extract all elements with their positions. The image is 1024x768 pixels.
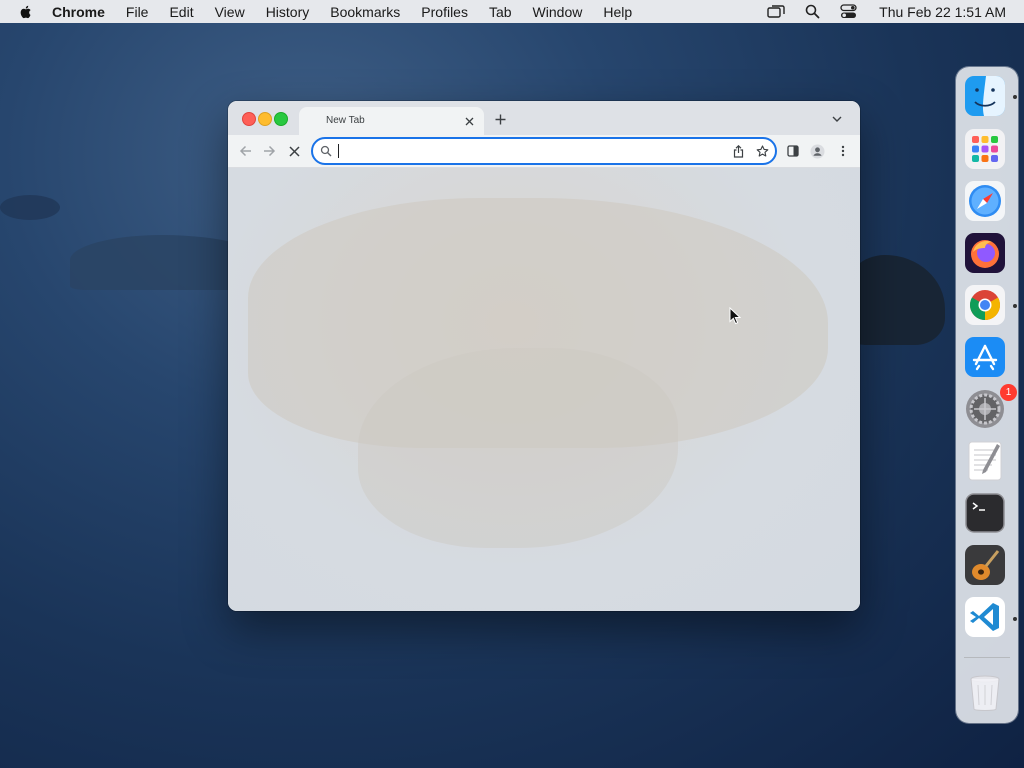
dock-running-indicator-chrome: [1013, 304, 1017, 308]
chrome-window: New Tab: [228, 101, 860, 611]
stop-loading-icon[interactable]: [286, 143, 302, 159]
menu-bar-status-area: Thu Feb 22 1:51 AM: [749, 0, 1006, 23]
dock-item-firefox[interactable]: [964, 232, 1006, 274]
dock-item-safari[interactable]: [964, 180, 1006, 222]
tab-new-tab[interactable]: New Tab: [299, 107, 484, 135]
tab-title: New Tab: [326, 115, 365, 126]
dock-item-system-preferences[interactable]: 1: [964, 384, 1017, 430]
wallpaper-cloud: [0, 195, 60, 220]
address-input[interactable]: [337, 142, 721, 162]
menu-edit[interactable]: Edit: [169, 4, 193, 20]
bookmark-star-icon[interactable]: [755, 144, 769, 158]
spotlight-search-icon[interactable]: [803, 4, 821, 20]
content-background-shape-lower: [358, 348, 678, 548]
dock-item-chrome[interactable]: [964, 284, 1006, 326]
menu-profiles[interactable]: Profiles: [421, 4, 468, 20]
firefox-icon: [965, 233, 1005, 273]
dock-item-garageband[interactable]: [964, 544, 1006, 586]
side-panel-icon[interactable]: [785, 143, 801, 159]
menu-history[interactable]: History: [266, 4, 310, 20]
safari-icon: [965, 181, 1005, 221]
finder-icon: [965, 76, 1005, 116]
new-tab-button[interactable]: [493, 112, 507, 126]
tab-close-icon[interactable]: [462, 114, 476, 128]
menu-file[interactable]: File: [126, 4, 149, 20]
vscode-icon: [965, 597, 1005, 637]
menu-view[interactable]: View: [215, 4, 245, 20]
address-bar[interactable]: [311, 137, 777, 165]
apple-menu-icon[interactable]: [18, 4, 34, 20]
menu-tab[interactable]: Tab: [489, 4, 512, 20]
text-caret: [338, 144, 339, 158]
window-close-button[interactable]: [242, 112, 256, 126]
more-menu-icon[interactable]: [835, 143, 851, 159]
dock: 1: [956, 67, 1018, 723]
window-zoom-button[interactable]: [274, 112, 288, 126]
chrome-icon: [965, 285, 1005, 325]
dock-item-app-store[interactable]: [964, 336, 1006, 378]
dock-running-indicator-finder: [1013, 95, 1017, 99]
dock-running-indicator-vscode: [1013, 617, 1017, 621]
mouse-pointer-icon: [729, 307, 741, 325]
wallpaper-island-right: [845, 255, 945, 345]
dock-item-terminal[interactable]: [964, 492, 1006, 534]
dock-item-vscode[interactable]: [964, 596, 1006, 638]
app-store-icon: [965, 337, 1005, 377]
screen-mirroring-icon[interactable]: [767, 4, 785, 20]
dock-item-textedit[interactable]: [964, 440, 1006, 482]
window-minimize-button[interactable]: [258, 112, 272, 126]
control-center-icon[interactable]: [839, 4, 857, 20]
profile-avatar-icon[interactable]: [809, 143, 825, 159]
notification-badge: 1: [1000, 384, 1017, 401]
dock-item-launchpad[interactable]: [964, 128, 1006, 170]
dock-item-finder[interactable]: [964, 75, 1006, 117]
textedit-icon: [968, 441, 1002, 481]
share-icon[interactable]: [731, 144, 745, 158]
search-icon: [320, 145, 332, 157]
tab-strip: New Tab: [228, 101, 860, 135]
menu-bookmarks[interactable]: Bookmarks: [330, 4, 400, 20]
back-arrow-icon[interactable]: [237, 143, 253, 159]
menu-bar-clock[interactable]: Thu Feb 22 1:51 AM: [879, 4, 1006, 20]
garageband-icon: [965, 545, 1005, 585]
terminal-icon: [965, 493, 1005, 533]
dock-item-trash[interactable]: [964, 671, 1006, 713]
trash-icon: [970, 675, 1000, 711]
menu-app-name[interactable]: Chrome: [52, 4, 105, 20]
menu-help[interactable]: Help: [603, 4, 632, 20]
menu-bar: Chrome File Edit View History Bookmarks …: [0, 0, 1024, 23]
tab-search-chevron-icon[interactable]: [830, 113, 844, 125]
menu-window[interactable]: Window: [533, 4, 583, 20]
forward-arrow-icon[interactable]: [261, 143, 277, 159]
dock-separator: [964, 657, 1010, 658]
launchpad-icon: [965, 129, 1005, 169]
browser-toolbar: [228, 135, 860, 168]
page-content-area[interactable]: [228, 168, 860, 611]
